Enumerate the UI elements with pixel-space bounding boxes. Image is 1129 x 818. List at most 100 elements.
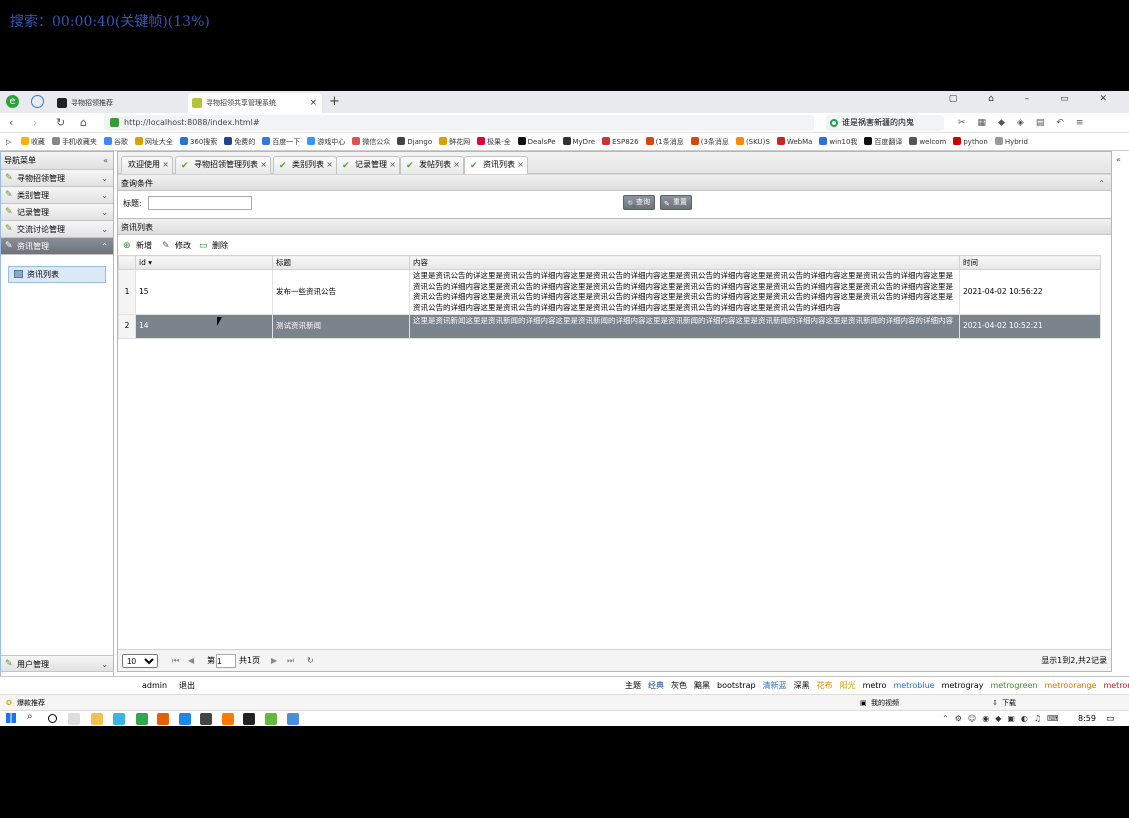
add-button[interactable]: ⊕ 新增 [123,238,152,254]
tab-category-list[interactable]: ✔ 类别列表 × [273,156,337,174]
notification-icon[interactable]: ▭ [1106,711,1115,726]
sidebar-subitem-news-list[interactable]: 资讯列表 [8,266,106,283]
bookmark-item[interactable]: 360搜索 [179,133,217,150]
sidebar-item-category[interactable]: ✎ 类别管理 ⌄ [1,187,113,204]
my-video-link[interactable]: 我的视频 [871,695,899,711]
first-page-icon[interactable]: ⏮ [172,650,179,672]
bookmark-item[interactable]: welcom [909,133,946,150]
column-header-title[interactable]: 标题 [272,255,410,270]
collapse-right-icon[interactable]: « [1116,155,1121,164]
bookmark-item[interactable]: 免费的 [224,133,255,150]
page-number-input[interactable] [216,654,236,668]
theme-link[interactable]: metrored [1103,677,1129,694]
cortana-icon[interactable] [48,714,57,723]
bookmark-item[interactable]: 手机收藏夹 [51,133,97,150]
edit-button[interactable]: ✎ 修改 [162,238,191,254]
bookmark-item[interactable]: Hybrid [994,133,1028,150]
theme-link[interactable]: 深黑 [794,677,810,694]
column-header-time[interactable]: 时间 [959,255,1101,270]
bookmark-item[interactable]: 微信公众 [352,133,390,150]
bookmark-item[interactable]: 百度翻译 [864,133,902,150]
title-filter-input[interactable] [148,196,252,210]
forward-icon[interactable]: › [33,113,37,133]
bookmark-item[interactable]: WebMa [776,133,812,150]
search-button[interactable]: 🔍 查询 [623,195,655,210]
bookmark-item[interactable]: ESP826 [602,133,639,150]
theme-link[interactable]: 灰色 [671,677,687,694]
collapse-up-icon[interactable]: ⌃ [1098,175,1105,192]
reset-button[interactable]: ✎ 重置 [660,195,692,210]
tab-post-list[interactable]: ✔ 发帖列表 × [400,156,464,174]
browser-ie-icon[interactable] [136,713,148,725]
firefox-icon[interactable] [157,713,169,725]
close-icon[interactable]: × [162,157,169,173]
column-header-id[interactable]: id ▾ [135,255,273,270]
close-icon[interactable]: × [389,157,396,173]
home-icon[interactable]: ⌂ [80,113,87,133]
bookmarks-toggle[interactable]: ▷ [6,133,11,150]
taskview-icon[interactable] [68,713,80,725]
app-icon[interactable] [179,713,191,725]
table-row[interactable]: 2 14 测试资讯新闻 这里是资讯新闻这里是资讯新闻的详细内容这里是资讯新闻的详… [118,314,1101,339]
page-size-select[interactable]: 10 [122,654,158,668]
theme-link[interactable]: 黯黑 [694,677,710,694]
bookmark-item[interactable]: 谷歌 [103,133,128,150]
theme-link[interactable]: metro [863,677,887,694]
back-icon[interactable]: ‹ [9,113,13,133]
theme-link[interactable]: metroblue [893,677,934,694]
theme-link[interactable]: 经典 [648,677,664,694]
navigate-icon[interactable] [31,95,44,108]
app-icon[interactable] [265,713,277,725]
refresh-page-icon[interactable]: ↻ [307,650,314,672]
bookmark-item[interactable]: 游戏中心 [307,133,345,150]
bookmark-item[interactable]: 收藏 [20,133,45,150]
sidebar-item-record[interactable]: ✎ 记录管理 ⌄ [1,204,113,221]
tab-welcome[interactable]: 欢迎使用 × [121,156,173,174]
browser-tab-1[interactable]: 寻物招领推荐 [53,93,183,113]
logout-link[interactable]: 退出 [179,677,195,694]
sidebar-item-lost-found[interactable]: ✎ 寻物招领管理 ⌄ [1,170,113,187]
app-icon[interactable] [200,713,212,725]
app-icon[interactable] [287,713,299,725]
delete-button[interactable]: ▭ 删除 [199,238,228,254]
close-icon[interactable]: × [517,157,524,173]
column-header-content[interactable]: 内容 [409,255,960,270]
bookmark-item[interactable]: (3条消息 [690,133,729,150]
close-tab-icon[interactable]: × [309,93,317,113]
explorer-icon[interactable] [91,713,103,725]
app-icon[interactable] [222,713,234,725]
download-link[interactable]: 下载 [1002,695,1016,711]
bookmark-item[interactable]: python [953,133,988,150]
theme-link[interactable]: metroorange [1044,677,1096,694]
bookmark-item[interactable]: Django [397,133,432,150]
bookmark-item[interactable]: 鲜花网 [439,133,470,150]
table-row[interactable]: 1 15 发布一些资讯公告 这里是资讯公告的详这里是资讯公告的详细内容这里是资讯… [118,269,1101,315]
prev-page-icon[interactable]: ◀ [188,650,194,672]
sidebar-item-news[interactable]: ✎ 资讯管理 ⌃ [1,238,113,255]
extensions-icons[interactable]: ✂▦◆◈▤↶≡ [958,113,1095,133]
bookmark-item[interactable]: (SKU)S [735,133,770,150]
promo-text[interactable]: 爆款推荐 [17,695,45,711]
bookmark-item[interactable]: (1条消息 [645,133,684,150]
sidebar-item-discussion[interactable]: ✎ 交流讨论管理 ⌄ [1,221,113,238]
windows-start-icon[interactable] [6,713,16,723]
next-page-icon[interactable]: ▶ [271,650,277,672]
close-icon[interactable]: × [453,157,460,173]
search-icon[interactable]: ⌕ [27,711,33,722]
browser-search-field[interactable]: 谁是祸害新疆的内鬼 [826,115,944,131]
close-icon[interactable]: × [260,157,267,173]
bookmark-item[interactable]: 网址大全 [134,133,173,150]
theme-link[interactable]: metrogreen [990,677,1037,694]
bookmark-item[interactable]: win10我 [819,133,857,150]
bookmark-item[interactable]: DealsPe [517,133,556,150]
theme-link[interactable]: bootstrap [717,677,756,694]
bookmark-item[interactable]: 极果-全 [477,133,511,150]
app-icon[interactable] [243,713,255,725]
new-tab-icon[interactable]: + [329,94,340,109]
tab-news-list[interactable]: ✔ 资讯列表 × [464,156,528,175]
browser-tab-2[interactable]: 寻物招领共享管理系统 × [188,93,322,113]
last-page-icon[interactable]: ⏭ [287,650,294,672]
theme-link[interactable]: 花布 [817,677,833,694]
theme-link[interactable]: 清新蓝 [763,677,787,694]
collapse-left-icon[interactable]: « [103,152,108,170]
